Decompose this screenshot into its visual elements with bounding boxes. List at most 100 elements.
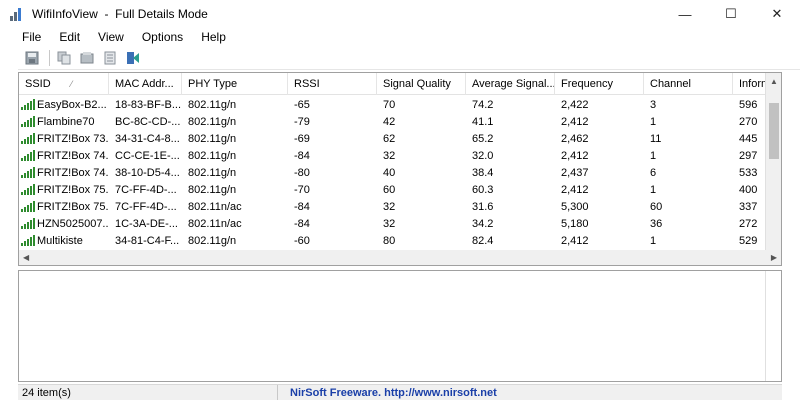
- wifi-signal-icon: [21, 235, 35, 246]
- cell-phy-type: 802.11g/n: [188, 234, 237, 247]
- cell-mac-address: 1C-3A-DE-...: [115, 217, 178, 230]
- column-header-frequency[interactable]: Frequency: [555, 73, 644, 95]
- table-row[interactable]: FRITZ!Box 75... 7C-FF-4D-... 802.11n/ac -84…: [19, 198, 767, 215]
- column-header-mac[interactable]: MAC Addr...: [109, 73, 182, 95]
- cell-frequency: 5,300: [561, 200, 589, 213]
- wifi-signal-icon: [21, 184, 35, 195]
- cell-frequency: 2,422: [561, 98, 589, 111]
- column-header-rssi[interactable]: RSSI: [288, 73, 377, 95]
- cell-signal-quality: 40: [383, 166, 396, 179]
- cell-ssid: FRITZ!Box 74...: [19, 167, 109, 179]
- save-icon[interactable]: [22, 48, 42, 68]
- column-header-phy[interactable]: PHY Type: [182, 73, 288, 95]
- cell-frequency: 2,462: [561, 132, 589, 145]
- cell-phy-type: 802.11g/n: [188, 149, 237, 162]
- cell-frequency: 2,412: [561, 115, 589, 128]
- cell-channel: 1: [650, 183, 657, 196]
- menu-help[interactable]: Help: [197, 30, 230, 44]
- cell-ssid: EasyBox-B2...: [19, 99, 109, 111]
- wifi-signal-icon: [21, 133, 35, 144]
- detail-pane[interactable]: [18, 270, 782, 382]
- cell-average-signal: 82.4: [472, 234, 494, 247]
- scroll-right-icon[interactable]: ▶: [771, 253, 777, 262]
- copy-icon[interactable]: [54, 48, 74, 68]
- minimize-button[interactable]: —: [662, 0, 708, 28]
- cell-mac-address: 7C-FF-4D-...: [115, 183, 177, 196]
- cell-channel: 6: [650, 166, 657, 179]
- cell-rssi: -84: [294, 217, 310, 230]
- cell-information: 445: [739, 132, 758, 145]
- cell-rssi: -84: [294, 200, 310, 213]
- ssid-text: FRITZ!Box 74...: [37, 166, 109, 179]
- menu-file[interactable]: File: [18, 30, 45, 44]
- ssid-text: FRITZ!Box 75...: [37, 183, 109, 196]
- wifi-signal-icon: [21, 116, 35, 127]
- menu-edit[interactable]: Edit: [55, 30, 84, 44]
- cell-phy-type: 802.11g/n: [188, 132, 237, 145]
- cell-information: 529: [739, 234, 758, 247]
- list-vertical-scrollbar[interactable]: ▲ ▼: [765, 73, 781, 261]
- cell-rssi: -65: [294, 98, 310, 111]
- cell-channel: 3: [650, 98, 657, 111]
- column-header-ssid[interactable]: SSID ⁄: [19, 73, 109, 95]
- nirsoft-link[interactable]: NirSoft Freeware. http://www.nirsoft.net: [278, 387, 497, 399]
- scroll-left-icon[interactable]: ◀: [23, 253, 29, 262]
- cell-frequency: 2,412: [561, 149, 589, 162]
- cell-signal-quality: 32: [383, 217, 396, 230]
- table-row[interactable]: FRITZ!Box 75... 7C-FF-4D-... 802.11g/n -70 6…: [19, 181, 767, 198]
- cell-rssi: -60: [294, 234, 310, 247]
- cell-average-signal: 34.2: [472, 217, 494, 230]
- menu-bar: File Edit View Options Help: [0, 28, 800, 46]
- properties-icon[interactable]: [77, 48, 97, 68]
- sort-asc-icon: ⁄: [70, 79, 73, 89]
- column-header-information[interactable]: Inform: [733, 73, 767, 95]
- cell-signal-quality: 32: [383, 149, 396, 162]
- window-controls: — ☐ ✕: [662, 0, 800, 28]
- cell-ssid: Multikiste: [19, 235, 109, 247]
- table-row[interactable]: EasyBox-B2... 18-83-BF-B... 802.11g/n -65 70…: [19, 96, 767, 113]
- report-icon[interactable]: [100, 48, 120, 68]
- detail-vertical-scrollbar[interactable]: [765, 271, 781, 381]
- menu-view[interactable]: View: [94, 30, 128, 44]
- close-button[interactable]: ✕: [754, 0, 800, 28]
- cell-signal-quality: 80: [383, 234, 396, 247]
- cell-frequency: 5,180: [561, 217, 589, 230]
- table-row[interactable]: FRITZ!Box 74... 38-10-D5-4... 802.11g/n -80…: [19, 164, 767, 181]
- table-row[interactable]: FRITZ!Box 74... CC-CE-1E-... 802.11g/n -84 3…: [19, 147, 767, 164]
- cell-average-signal: 65.2: [472, 132, 494, 145]
- table-row[interactable]: FRITZ!Box 73... 34-31-C4-8... 802.11g/n -69…: [19, 130, 767, 147]
- maximize-button[interactable]: ☐: [708, 0, 754, 28]
- cell-signal-quality: 42: [383, 115, 396, 128]
- cell-signal-quality: 70: [383, 98, 396, 111]
- cell-average-signal: 41.1: [472, 115, 494, 128]
- table-row[interactable]: HZN5025007... 1C-3A-DE-... 802.11n/ac -84 32…: [19, 215, 767, 232]
- cell-mac-address: CC-CE-1E-...: [115, 149, 180, 162]
- scroll-up-icon[interactable]: ▲: [766, 73, 781, 89]
- column-header-average-signal[interactable]: Average Signal...: [466, 73, 555, 95]
- list-horizontal-scrollbar[interactable]: ◀ ▶: [18, 250, 782, 266]
- cell-channel: 36: [650, 217, 663, 230]
- column-header-signal-quality[interactable]: Signal Quality: [377, 73, 466, 95]
- column-header-channel[interactable]: Channel: [644, 73, 733, 95]
- cell-mac-address: BC-8C-CD-...: [115, 115, 181, 128]
- toolbar-separator: [49, 49, 50, 66]
- exit-icon[interactable]: [123, 48, 143, 68]
- cell-phy-type: 802.11g/n: [188, 183, 237, 196]
- network-list: SSID ⁄ MAC Addr... PHY Type RSSI Signal Q…: [18, 72, 782, 262]
- window-title: WifiInfoView - Full Details Mode: [32, 7, 208, 21]
- cell-frequency: 2,412: [561, 234, 589, 247]
- wifi-app-icon: [10, 7, 24, 21]
- cell-ssid: FRITZ!Box 74...: [19, 150, 109, 162]
- table-row[interactable]: Multikiste 34-81-C4-F... 802.11g/n -60 80 82.…: [19, 232, 767, 249]
- column-header-label: SSID: [25, 78, 51, 90]
- ssid-text: HZN5025007...: [37, 217, 109, 230]
- menu-options[interactable]: Options: [138, 30, 187, 44]
- cell-ssid: HZN5025007...: [19, 218, 109, 230]
- cell-phy-type: 802.11n/ac: [188, 200, 242, 213]
- title-bar: WifiInfoView - Full Details Mode — ☐ ✕: [0, 0, 800, 28]
- cell-average-signal: 60.3: [472, 183, 494, 196]
- table-row[interactable]: Flambine70 BC-8C-CD-... 802.11g/n -79 42 41.1…: [19, 113, 767, 130]
- cell-channel: 1: [650, 234, 657, 247]
- scroll-thumb[interactable]: [769, 103, 779, 159]
- toolbar: [18, 46, 800, 70]
